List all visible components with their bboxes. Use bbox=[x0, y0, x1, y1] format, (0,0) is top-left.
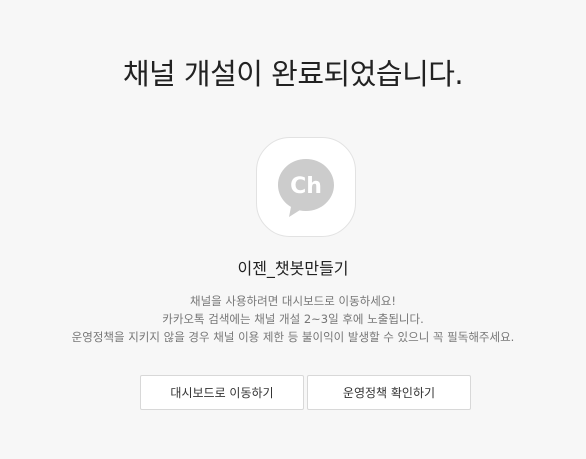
description: 채널을 사용하려면 대시보드로 이동하세요! 카카오톡 검색에는 채널 개설 2… bbox=[0, 292, 586, 346]
kakao-channel-ch-icon: Ch bbox=[278, 159, 334, 217]
channel-name: 이젠_챗봇만들기 bbox=[237, 259, 349, 278]
channel-profile-image: Ch bbox=[256, 137, 356, 237]
description-line: 카카오톡 검색에는 채널 개설 2~3일 후에 노출됩니다. bbox=[162, 312, 424, 326]
page-title: 채널 개설이 완료되었습니다. bbox=[122, 57, 464, 91]
go-to-dashboard-button[interactable]: 대시보드로 이동하기 bbox=[140, 375, 304, 410]
ch-icon-text: Ch bbox=[290, 174, 322, 199]
check-policy-button[interactable]: 운영정책 확인하기 bbox=[307, 375, 471, 410]
description-line: 채널을 사용하려면 대시보드로 이동하세요! bbox=[189, 294, 396, 308]
completion-page: 채널 개설이 완료되었습니다. Ch 이젠_챗봇만들기 채널을 사용하려면 대시… bbox=[0, 0, 586, 459]
description-line: 운영정책을 지키지 않을 경우 채널 이용 제한 등 불이익이 발생할 수 있으… bbox=[71, 330, 515, 344]
